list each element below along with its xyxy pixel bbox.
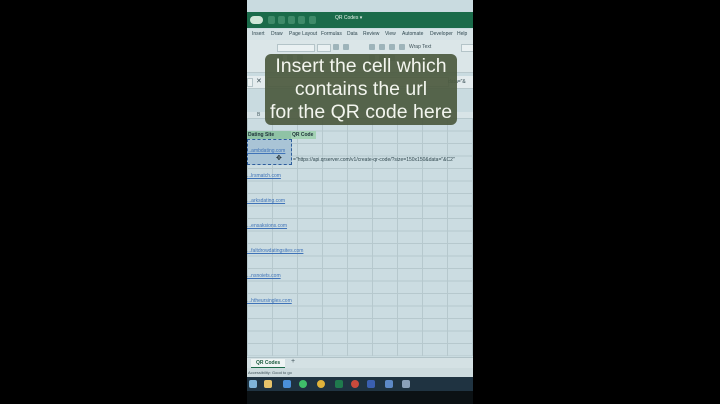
font-grow-icon[interactable] (333, 44, 339, 50)
file-explorer-icon[interactable] (264, 380, 272, 388)
tab-review[interactable]: Review (363, 31, 379, 37)
word-icon[interactable] (367, 380, 375, 388)
tab-view[interactable]: View (385, 31, 396, 37)
taskbar-bottom (247, 391, 473, 404)
align-middle-icon[interactable] (379, 44, 385, 50)
name-box[interactable] (247, 78, 253, 87)
caption-line-3: for the QR code here (269, 101, 453, 123)
site-link-6[interactable]: ...nsnoiets.com (247, 273, 281, 279)
save-icon[interactable] (268, 16, 275, 24)
site-link-7[interactable]: ...htheursingles.com (247, 298, 292, 304)
align-top-icon[interactable] (369, 44, 375, 50)
app-icon[interactable] (351, 380, 359, 388)
font-name-box[interactable] (277, 44, 315, 52)
tab-insert[interactable]: Insert (252, 31, 265, 37)
number-format-box[interactable] (461, 44, 473, 52)
tab-data[interactable]: Data (347, 31, 358, 37)
settings-icon[interactable] (402, 380, 410, 388)
tab-automate[interactable]: Automate (402, 31, 423, 37)
move-cursor-icon: ✥ (276, 155, 282, 162)
autosave-toggle[interactable] (250, 16, 263, 24)
tab-formulas[interactable]: Formulas (321, 31, 342, 37)
spotify-icon[interactable] (299, 380, 307, 388)
file-name[interactable]: QR Codes ▾ (335, 15, 362, 21)
tab-help[interactable]: Help (457, 31, 467, 37)
tab-developer[interactable]: Developer (430, 31, 453, 37)
font-size-box[interactable] (317, 44, 331, 52)
redo-icon[interactable] (288, 16, 295, 24)
align-bottom-icon[interactable] (389, 44, 395, 50)
mail-icon[interactable] (283, 380, 291, 388)
excel-window: QR Codes ▾ Insert Draw Page Layout Formu… (247, 0, 473, 404)
site-link-2[interactable]: ...lrsmatch.com (247, 173, 281, 179)
status-accessibility[interactable]: Accessibility: Good to go (248, 370, 292, 375)
customize-icon[interactable] (309, 16, 316, 24)
wrap-text-button[interactable]: Wrap Text (409, 44, 431, 50)
status-bar: Accessibility: Good to go (247, 368, 473, 377)
header-qr-code[interactable]: QR Code (291, 131, 316, 139)
site-link-5[interactable]: ...faltdrowdatingsites.com (247, 248, 303, 254)
quick-access-icon[interactable] (298, 16, 305, 24)
title-bar: QR Codes ▾ (247, 12, 473, 28)
chrome-icon[interactable] (317, 380, 325, 388)
font-shrink-icon[interactable] (343, 44, 349, 50)
start-icon[interactable] (249, 380, 257, 388)
taskbar (247, 377, 473, 391)
excel-icon[interactable] (335, 380, 343, 388)
ribbon-tabs: Insert Draw Page Layout Formulas Data Re… (247, 29, 473, 40)
tab-draw[interactable]: Draw (271, 31, 283, 37)
formula-cell-text[interactable]: ="https://api.qrserver.com/v1/create-qr-… (293, 157, 455, 163)
caption-overlay: Insert the cell which contains the url f… (265, 54, 457, 125)
site-link-4[interactable]: ...ensaksions.com (247, 223, 287, 229)
close-icon[interactable]: ✕ (256, 77, 262, 85)
header-dating-site[interactable]: Dating Site (247, 131, 292, 139)
tab-page-layout[interactable]: Page Layout (289, 31, 317, 37)
undo-icon[interactable] (278, 16, 285, 24)
caption-line-2: contains the url (294, 78, 428, 100)
caption-line-1: Insert the cell which (275, 55, 447, 77)
orientation-icon[interactable] (399, 44, 405, 50)
add-sheet-icon[interactable]: + (291, 358, 295, 365)
notepad-icon[interactable] (385, 380, 393, 388)
site-link-3[interactable]: ...arksdating.com (247, 198, 285, 204)
